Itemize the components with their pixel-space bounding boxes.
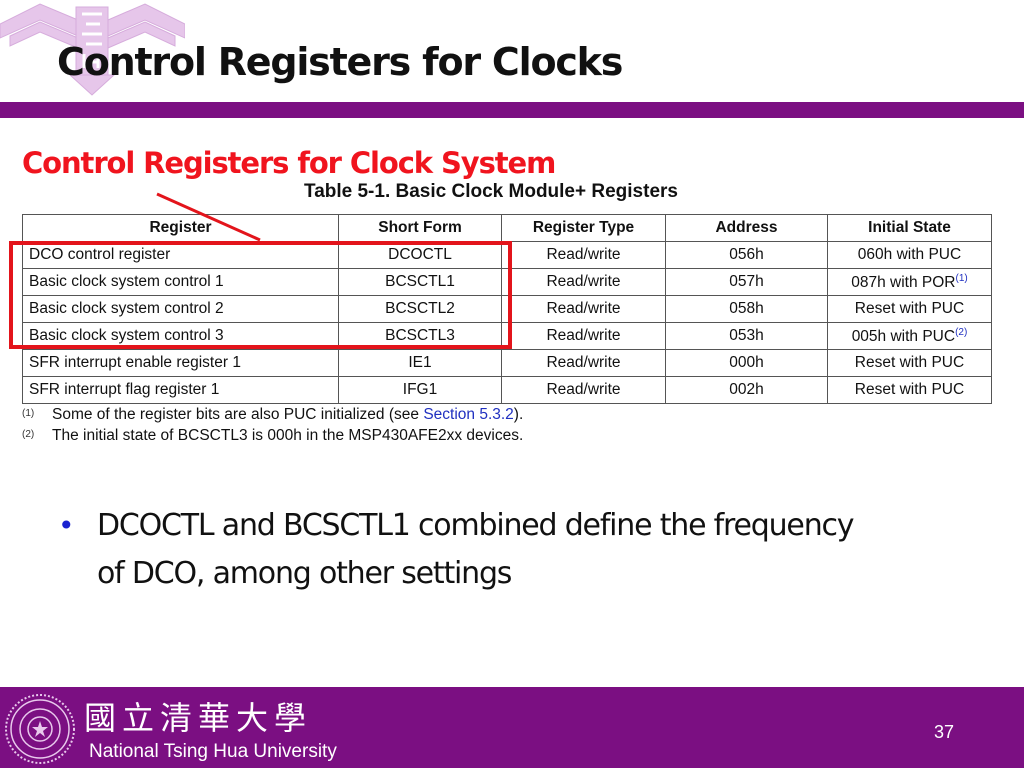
footnote-mark: (2) [22,429,35,440]
university-seal-icon [5,694,75,764]
register-name: SFR interrupt enable register 1 [22,349,339,377]
title-divider-bar [0,102,1024,118]
footnote-2: (2) The initial state of BCSCTL3 is 000h… [22,427,523,448]
address: 053h [665,322,828,350]
register-type: Read/write [501,322,666,350]
table-header-row: Register Short Form Register Type Addres… [22,214,992,242]
footnote-1: (1) Some of the register bits are also P… [22,406,523,427]
initial-state-text: 087h with POR [851,273,956,291]
highlight-box [9,241,512,349]
university-name-chinese: 國立清華大學 [84,699,313,737]
address: 056h [665,241,828,269]
footnote-ref-2[interactable]: (2) [955,327,967,338]
footnote-ref-1[interactable]: (1) [956,273,968,284]
footnote-mark: (1) [22,408,35,419]
initial-state: Reset with PUC [827,376,992,404]
initial-state: 060h with PUC [827,241,992,269]
slide-subtitle: Control Registers for Clock System [22,146,556,180]
footnote-text: Some of the register bits are also PUC i… [52,406,523,424]
initial-state: 087h with POR(1) [827,268,992,296]
initial-state: 005h with PUC(2) [827,322,992,350]
initial-state-text: 060h with PUC [857,246,962,263]
section-link[interactable]: Section 5.3.2 [423,406,513,423]
short-form: IFG1 [338,376,502,404]
table-caption: Table 5-1. Basic Clock Module+ Registers [304,181,678,202]
table-footnotes: (1) Some of the register bits are also P… [22,406,523,448]
address: 002h [665,376,828,404]
short-form: IE1 [338,349,502,377]
register-name: SFR interrupt flag register 1 [22,376,339,404]
column-header-register-type: Register Type [501,214,666,242]
address: 057h [665,268,828,296]
initial-state-text: Reset with PUC [854,300,965,317]
footnote-text-before: Some of the register bits are also PUC i… [52,406,424,423]
university-name-english: National Tsing Hua University [89,741,337,762]
register-type: Read/write [501,241,666,269]
column-header-short-form: Short Form [338,214,502,242]
register-type: Read/write [501,376,666,404]
table-row: SFR interrupt flag register 1 IFG1 Read/… [22,376,992,404]
initial-state: Reset with PUC [827,349,992,377]
address: 058h [665,295,828,323]
bullet-icon: • [58,509,75,542]
register-type: Read/write [501,295,666,323]
initial-state-text: 005h with PUC [851,327,956,345]
address: 000h [665,349,828,377]
initial-state: Reset with PUC [827,295,992,323]
column-header-address: Address [665,214,828,242]
footnote-text: The initial state of BCSCTL3 is 000h in … [52,427,524,444]
slide-title: Control Registers for Clocks [57,40,623,84]
footnote-text-after: ). [513,406,524,423]
table-row: SFR interrupt enable register 1 IE1 Read… [22,349,992,377]
initial-state-text: Reset with PUC [854,354,965,371]
initial-state-text: Reset with PUC [854,381,965,398]
page-number: 37 [934,722,955,742]
column-header-register: Register [22,214,339,242]
register-type: Read/write [501,268,666,296]
register-type: Read/write [501,349,666,377]
bullet-text: DCOCTL and BCSCTL1 combined define the f… [97,508,855,591]
column-header-initial-state: Initial State [827,214,992,242]
